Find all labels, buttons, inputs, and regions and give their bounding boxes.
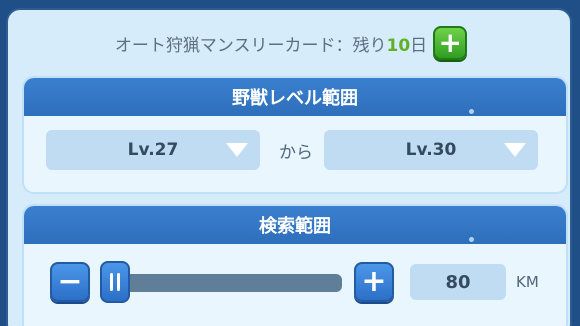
beast-level-range-title: 野獣レベル範囲 xyxy=(24,78,566,116)
range-value-field[interactable]: 80 xyxy=(410,264,506,300)
increase-range-button[interactable]: + xyxy=(354,262,394,302)
sparkle-icon xyxy=(469,237,474,242)
dropdown-arrow-icon xyxy=(226,143,248,157)
remaining-days: 10 xyxy=(386,35,411,56)
search-range-title: 検索範囲 xyxy=(24,206,566,244)
min-level-dropdown[interactable]: Lv.27 xyxy=(46,130,260,170)
range-slider-thumb[interactable] xyxy=(100,261,130,303)
monthly-card-banner: オート狩猟マンスリーカード：残り10日 + xyxy=(8,22,574,64)
sparkle-icon xyxy=(469,109,474,114)
range-unit-label: KM xyxy=(516,273,539,291)
range-slider-track[interactable] xyxy=(104,274,342,292)
search-range-card: 検索範囲 − + 80 KM xyxy=(22,204,568,326)
grip-icon xyxy=(117,273,120,291)
grip-icon xyxy=(110,273,113,291)
plus-icon: + xyxy=(361,264,387,299)
auto-hunt-settings-panel: オート狩猟マンスリーカード：残り10日 + 野獣レベル範囲 Lv.27 から L… xyxy=(6,8,572,326)
plus-icon: + xyxy=(438,26,462,59)
dropdown-arrow-icon xyxy=(504,143,526,157)
decrease-range-button[interactable]: − xyxy=(50,262,90,302)
max-level-dropdown[interactable]: Lv.30 xyxy=(324,130,538,170)
beast-level-range-card: 野獣レベル範囲 Lv.27 から Lv.30 xyxy=(22,76,568,194)
add-monthly-card-button[interactable]: + xyxy=(433,26,468,60)
range-connector-label: から xyxy=(279,142,313,163)
banner-text: オート狩猟マンスリーカード：残り10日 xyxy=(114,35,428,56)
minus-icon: − xyxy=(57,264,83,299)
